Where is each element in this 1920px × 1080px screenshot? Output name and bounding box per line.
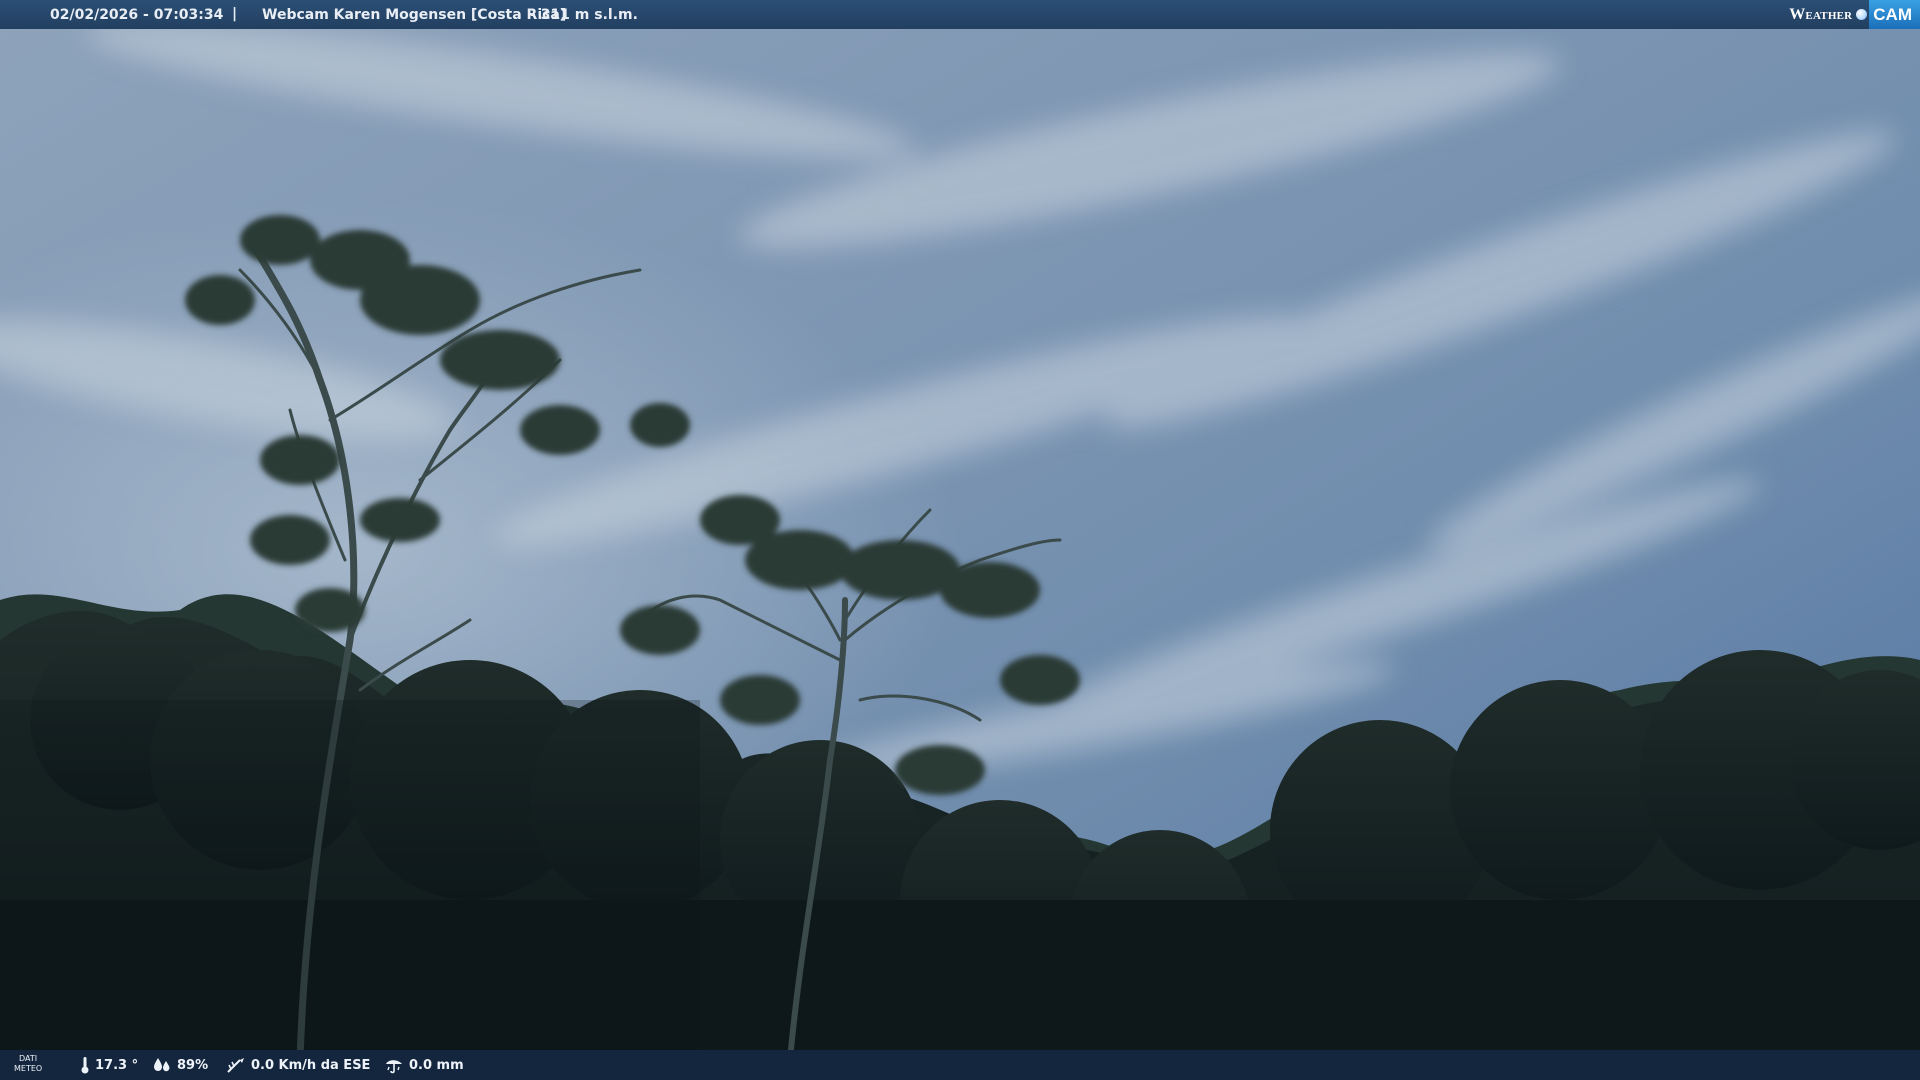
timestamp: 02/02/2026 - 07:03:34 <box>50 7 224 23</box>
weather-bar: DATI METEO 17.3 ° 89% 0.0 Km/h da ESE 0.… <box>0 1050 1920 1080</box>
webcam-title: Webcam Karen Mogensen [Costa Rica] <box>262 7 567 23</box>
humidity-value: 89% <box>177 1057 209 1073</box>
weathercam-logo[interactable]: Weather CAM <box>1789 0 1920 29</box>
temperature-reading: 17.3 ° <box>80 1056 138 1074</box>
header-bar: 02/02/2026 - 07:03:34 | Webcam Karen Mog… <box>0 0 1920 29</box>
logo-dot-icon <box>1856 9 1868 20</box>
humidity-reading: 89% <box>152 1056 208 1074</box>
webcam-scene <box>0 0 1920 1080</box>
altitude: - 311 m s.l.m. <box>530 7 638 23</box>
wind-value: 0.0 Km/h da ESE <box>251 1057 371 1073</box>
header-separator: | <box>232 6 238 22</box>
thermometer-icon <box>81 1057 89 1074</box>
humidity-icon <box>154 1058 170 1072</box>
logo-word: Weather <box>1789 5 1853 23</box>
webcam-frame: 02/02/2026 - 07:03:34 | Webcam Karen Mog… <box>0 0 1920 1080</box>
rain-value: 0.0 mm <box>409 1057 464 1073</box>
weather-section-label: DATI METEO <box>14 1054 43 1073</box>
rain-reading: 0.0 mm <box>384 1056 464 1074</box>
wind-reading: 0.0 Km/h da ESE <box>226 1056 370 1074</box>
temperature-value: 17.3 ° <box>95 1057 139 1073</box>
wind-icon <box>227 1058 244 1073</box>
vignette <box>0 700 700 1060</box>
logo-cam: CAM <box>1869 0 1920 29</box>
rain-icon <box>386 1060 402 1074</box>
